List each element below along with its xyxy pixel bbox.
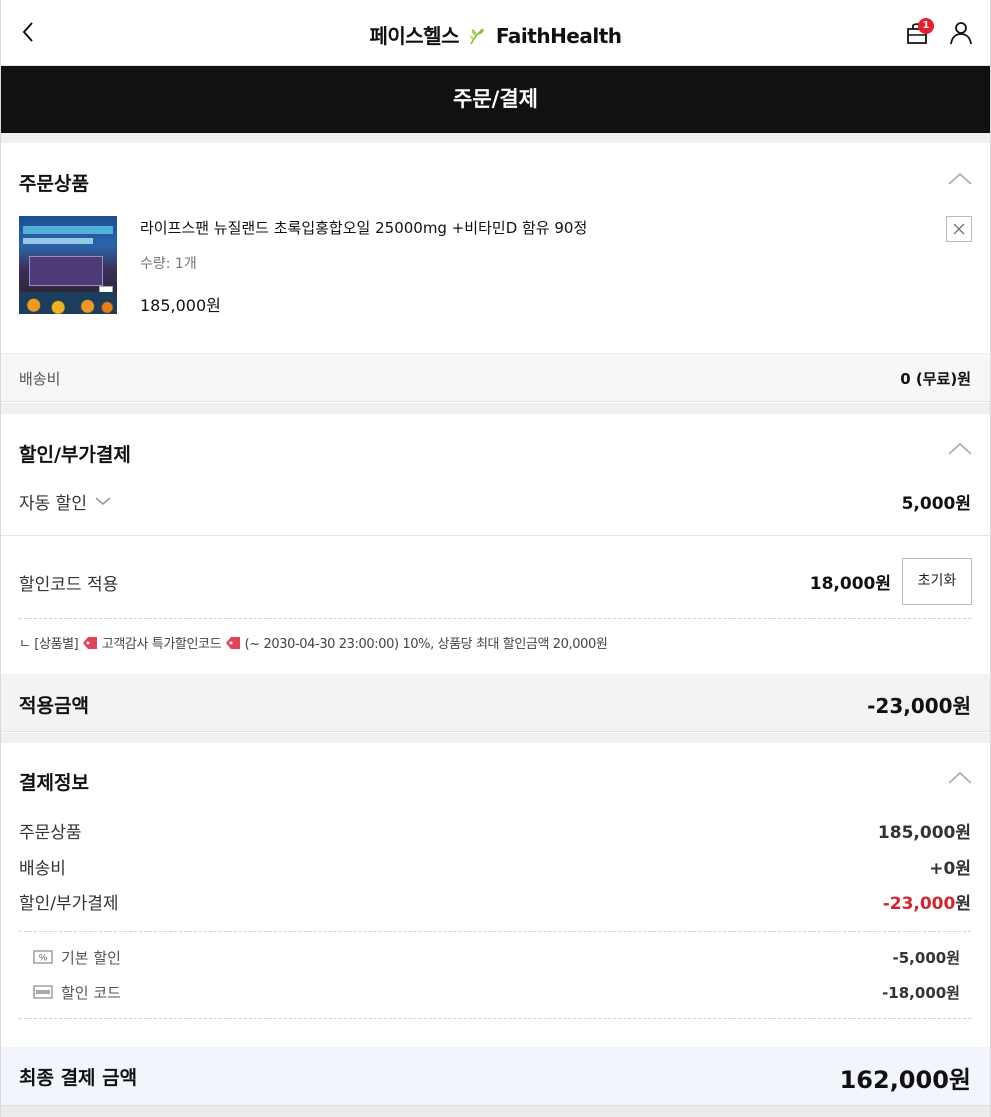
- product-thumbnail[interactable]: [19, 216, 117, 314]
- coupon-note: ㄴ [상품별] 고객감사 특가할인코드 (~ 2030-04-30 23:00:…: [19, 633, 608, 652]
- thumb-label-strip: [23, 226, 113, 234]
- breakdown-label: 기본 할인: [61, 949, 121, 967]
- reset-button[interactable]: 초기화: [902, 558, 972, 605]
- brand-logo[interactable]: 페이스헬스 FaithHealth: [1, 20, 990, 49]
- cart-count-badge: 1: [918, 18, 934, 34]
- chevron-down-icon[interactable]: [95, 496, 111, 506]
- final-amount-value: 162,000원: [839, 1066, 971, 1094]
- thumb-product-box: [29, 256, 103, 286]
- divider: [1, 535, 990, 536]
- product-name[interactable]: 라이프스팬 뉴질랜드 초록입홍합오일 25000mg +비타민D 함유 90정: [140, 217, 587, 238]
- auto-discount-toggle[interactable]: 자동 할인: [19, 489, 87, 514]
- shipping-row: 배송비 0 (무료)원: [1, 353, 990, 402]
- page-title: 주문/결제: [1, 66, 990, 133]
- coupon-tag-icon: [225, 637, 240, 649]
- brand-name-en: FaithHealth: [495, 24, 622, 48]
- coupon-detail: (~ 2030-04-30 23:00:00) 10%, 상품당 최대 할인금액…: [244, 637, 608, 652]
- currency-unit: 원: [955, 894, 971, 914]
- page-frame: 페이스헬스 FaithHealth 1 주문/결제 주문상품 라이프스팬 뉴질랜…: [0, 0, 991, 1117]
- summary-value: 185,000원: [877, 823, 971, 843]
- chevron-up-icon[interactable]: [947, 171, 973, 187]
- chevron-up-icon[interactable]: [947, 441, 973, 457]
- discount-code-value: 18,000원: [809, 574, 891, 594]
- section-divider: [1, 133, 990, 143]
- shipping-value: 0 (무료)원: [900, 370, 971, 388]
- chevron-up-icon[interactable]: [947, 770, 973, 786]
- applied-amount-label: 적용금액: [19, 695, 89, 717]
- brand-name-ko: 페이스헬스: [369, 24, 459, 48]
- discount-code-label: 할인코드 적용: [19, 575, 119, 595]
- discount-total-value: -23,000: [882, 894, 956, 914]
- breakdown-value: -18,000원: [882, 984, 960, 1002]
- user-icon[interactable]: [948, 20, 974, 46]
- summary-value: -23,000원: [883, 889, 971, 914]
- applied-amount-row: 적용금액 -23,000원: [1, 674, 990, 732]
- shipping-label: 배송비: [19, 370, 61, 388]
- coupon-scope: ㄴ [상품별]: [19, 637, 79, 652]
- payment-info-title: 결제정보: [19, 772, 89, 794]
- leaf-icon: [470, 28, 485, 45]
- coupon-name: 고객감사 특가할인코드: [101, 637, 222, 652]
- remove-item-button[interactable]: [946, 216, 972, 242]
- summary-value: +0원: [929, 859, 971, 879]
- summary-label: 주문상품: [19, 823, 82, 843]
- card-icon: [33, 985, 53, 999]
- dashed-divider: [19, 618, 971, 619]
- discount-title: 할인/부가결제: [19, 444, 131, 466]
- svg-text:%: %: [39, 953, 47, 963]
- dashed-divider: [19, 931, 971, 932]
- applied-amount-value: -23,000원: [867, 694, 971, 718]
- final-amount-label: 최종 결제 금액: [19, 1067, 138, 1089]
- thumb-flowers: [19, 292, 117, 314]
- section-divider: [1, 733, 990, 743]
- top-bar: 페이스헬스 FaithHealth 1: [1, 0, 990, 66]
- auto-discount-value: 5,000원: [901, 494, 971, 514]
- product-quantity: 수량: 1개: [140, 256, 197, 272]
- bottom-strip: [1, 1105, 990, 1117]
- close-icon: [953, 223, 965, 235]
- summary-label: 배송비: [19, 859, 66, 879]
- percent-icon: %: [33, 950, 53, 964]
- breakdown-value: -5,000원: [892, 949, 960, 967]
- coupon-tag-icon: [83, 637, 98, 649]
- dashed-divider: [19, 1018, 971, 1019]
- thumb-label-strip: [23, 238, 93, 244]
- summary-label: 할인/부가결제: [19, 894, 119, 914]
- breakdown-label: 할인 코드: [61, 984, 121, 1002]
- section-divider: [1, 403, 990, 414]
- product-price: 185,000원: [140, 296, 221, 315]
- final-amount-row: 최종 결제 금액 162,000원: [1, 1047, 990, 1105]
- order-items-title: 주문상품: [19, 173, 89, 195]
